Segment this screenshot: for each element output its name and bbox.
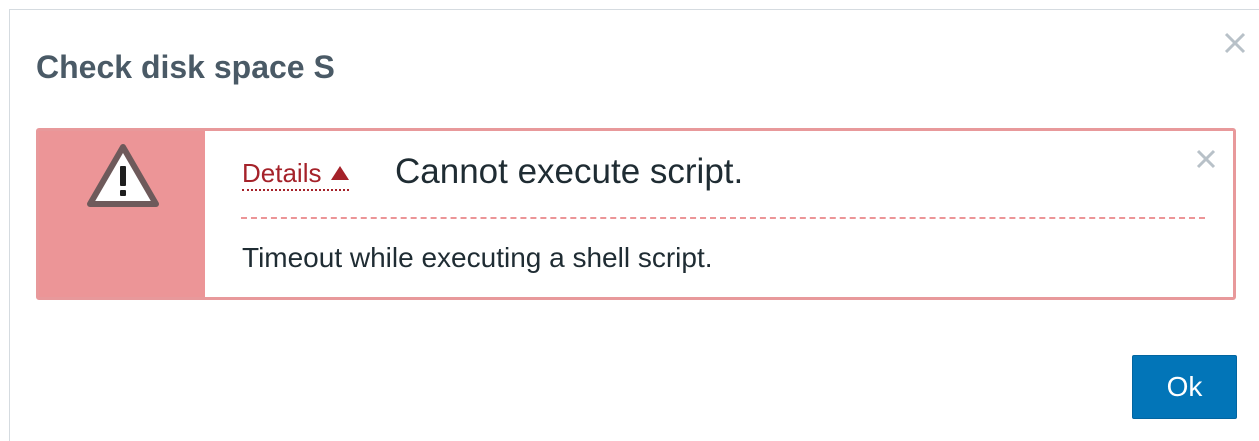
details-divider	[241, 217, 1205, 219]
dialog-title: Check disk space S	[36, 49, 335, 85]
warning-icon	[85, 142, 161, 210]
error-detail-line: Timeout while executing a shell script.	[242, 242, 713, 273]
details-toggle-link[interactable]: Details	[242, 157, 350, 191]
triangle-up-icon	[331, 166, 350, 180]
error-icon-panel	[39, 131, 205, 297]
details-label: Details	[242, 158, 322, 188]
dialog-close-icon[interactable]	[1222, 30, 1248, 56]
ok-button[interactable]: Ok	[1132, 355, 1237, 419]
message-close-icon[interactable]	[1195, 148, 1217, 170]
error-message-title: Cannot execute script.	[395, 152, 744, 191]
